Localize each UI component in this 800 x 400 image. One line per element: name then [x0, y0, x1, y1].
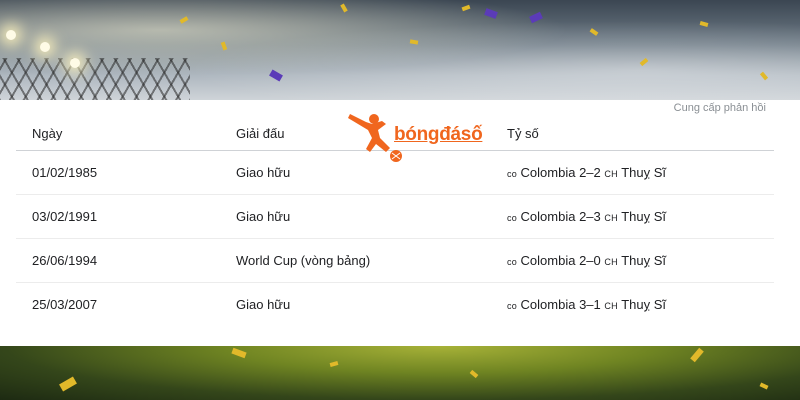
away-team: Thuỵ Sĩ	[621, 297, 666, 312]
match-date: 25/03/2007	[32, 297, 98, 312]
team-code: co	[507, 257, 517, 267]
match-score: co Colombia 2–3 CH Thuỵ Sĩ	[491, 194, 774, 239]
header-date: Ngày	[16, 116, 220, 151]
home-team: Colombia	[520, 253, 576, 268]
bongdaso-logo[interactable]: bóngđásố	[346, 108, 486, 168]
table-row[interactable]: 26/06/1994 World Cup (vòng bảng) co Colo…	[16, 238, 774, 283]
match-competition: Giao hữu	[236, 297, 291, 312]
team-code: CH	[604, 301, 618, 311]
header-score: Tỷ số	[491, 116, 774, 151]
match-date: 26/06/1994	[16, 238, 220, 283]
score-value: 2–3	[579, 209, 601, 224]
home-team: Colombia	[520, 297, 576, 312]
match-score: co Colombia 2–0 CH Thuỵ Sĩ	[491, 238, 774, 283]
match-date: 01/02/1985	[16, 150, 220, 195]
home-team: Colombia	[520, 165, 576, 180]
team-code: co	[507, 169, 517, 179]
match-competition: Giao hữu	[220, 194, 491, 239]
away-team: Thuỵ Sĩ	[621, 165, 666, 180]
score-value: 2–2	[579, 165, 601, 180]
team-code: CH	[604, 169, 618, 179]
away-team: Thuỵ Sĩ	[621, 209, 666, 224]
pitch-grass	[0, 346, 800, 400]
floodlight	[40, 42, 50, 52]
score-value: 3–1	[579, 297, 601, 312]
team-code: CH	[604, 213, 618, 223]
team-code: co	[507, 301, 517, 311]
floodlight	[70, 58, 80, 68]
team-code: co	[507, 213, 517, 223]
stadium-truss	[0, 58, 190, 102]
logo-text: bóngđásố	[394, 124, 483, 145]
match-score: co Colombia 3–1 CH Thuỵ Sĩ	[491, 283, 774, 327]
table-row[interactable]: 25/03/2007 Giao hữu co Colombia 3–1 CH T…	[16, 283, 774, 327]
match-competition: World Cup (vòng bảng)	[220, 238, 491, 283]
score-value: 2–0	[579, 253, 601, 268]
away-team: Thuỵ Sĩ	[621, 253, 666, 268]
floodlight	[6, 30, 16, 40]
match-date: 03/02/1991	[16, 194, 220, 239]
feedback-link[interactable]: Cung cấp phản hồi	[674, 102, 766, 114]
match-score: co Colombia 2–2 CH Thuỵ Sĩ	[491, 150, 774, 195]
team-code: CH	[604, 257, 618, 267]
home-team: Colombia	[520, 209, 576, 224]
table-row[interactable]: 03/02/1991 Giao hữu co Colombia 2–3 CH T…	[16, 194, 774, 239]
